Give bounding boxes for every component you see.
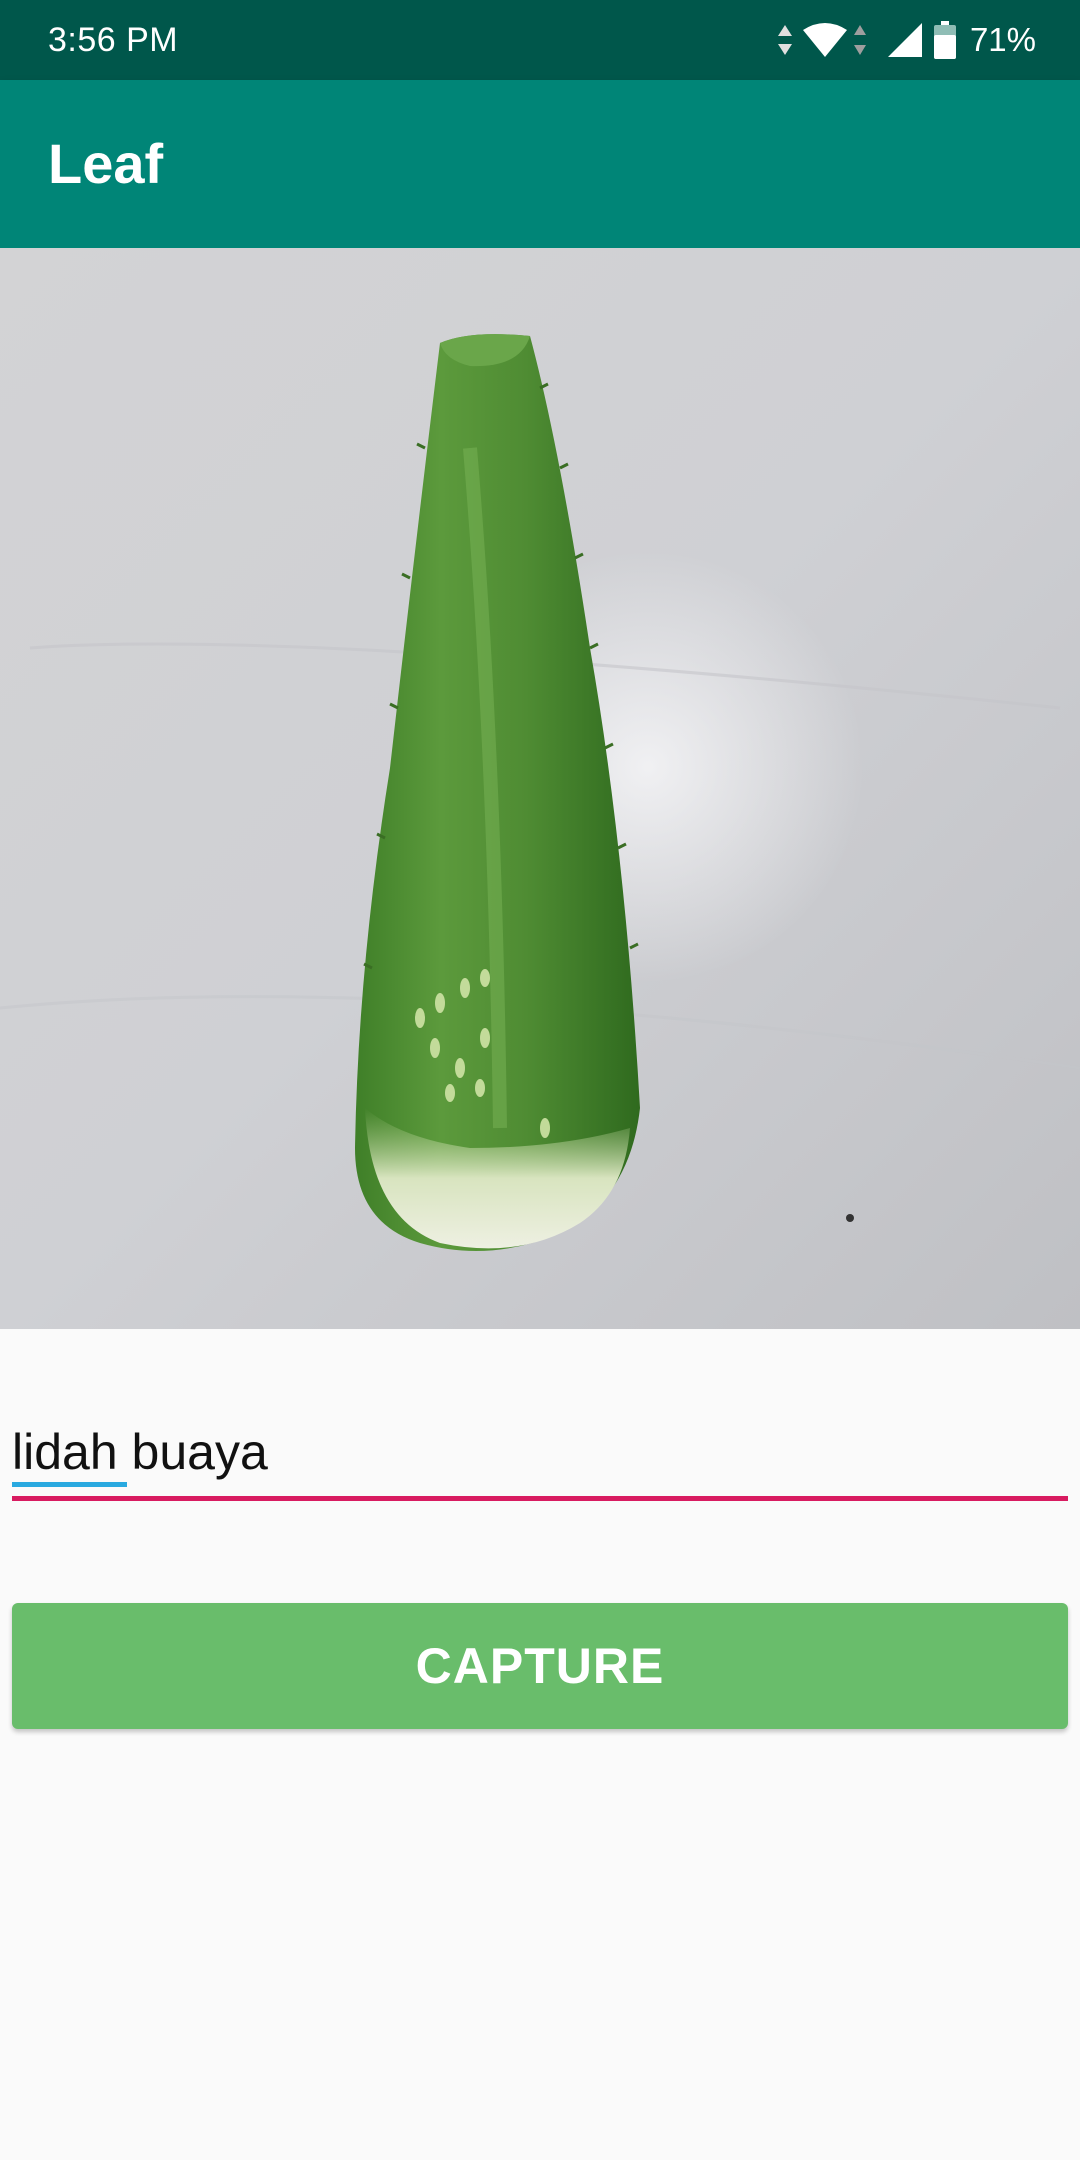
status-time: 3:56 PM <box>48 21 179 59</box>
field-underline <box>12 1496 1068 1501</box>
data-arrows-icon <box>852 23 868 57</box>
app-title: Leaf <box>48 132 164 195</box>
app-bar: Leaf <box>0 80 1080 248</box>
plant-name-field[interactable]: lidah buaya <box>12 1412 1068 1504</box>
status-bar: 3:56 PM 71% <box>0 0 1080 80</box>
cell-signal-icon <box>887 23 922 57</box>
battery-percent: 71% <box>969 21 1036 58</box>
battery-icon <box>933 21 956 59</box>
captured-photo <box>0 248 1080 1329</box>
status-icons: 71% <box>776 18 1036 62</box>
capture-button[interactable]: CAPTURE <box>12 1603 1068 1729</box>
plant-name-value: lidah buaya <box>12 1424 268 1480</box>
spellcheck-underline <box>12 1482 127 1487</box>
wifi-icon <box>802 22 848 58</box>
data-arrows-icon <box>776 23 794 57</box>
